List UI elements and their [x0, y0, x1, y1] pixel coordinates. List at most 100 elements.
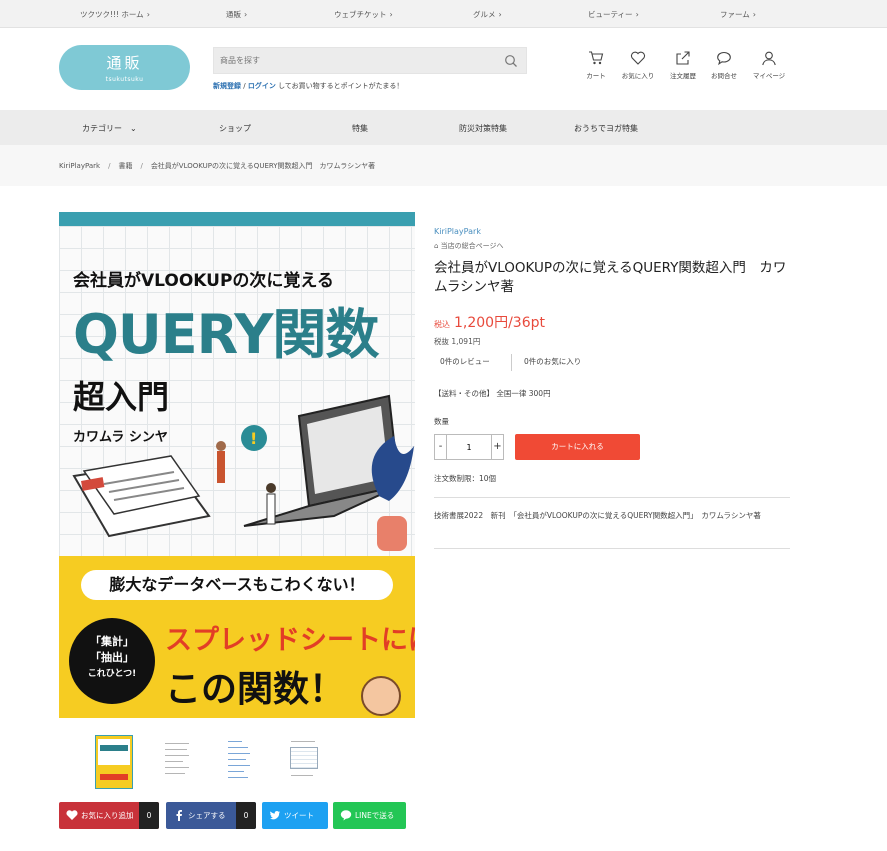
order-limit: 注文数制限：10個 — [434, 474, 497, 483]
chevron-right-icon: › — [244, 10, 248, 19]
mypage-label: マイページ — [752, 72, 786, 80]
search-icon[interactable] — [504, 54, 518, 68]
facebook-share-label: シェアする — [188, 811, 226, 820]
tweet-button[interactable]: ツイート — [262, 802, 328, 829]
home-icon: ⌂ — [434, 242, 441, 250]
favorite-add-button[interactable]: お気に入り追加 0 — [59, 802, 159, 829]
cover-title: QUERY関数 — [73, 303, 379, 366]
thumbnail-3[interactable] — [222, 735, 260, 789]
register-login-separator: / — [243, 82, 246, 90]
line-share-button[interactable]: LINEで送る — [333, 802, 406, 829]
thumb-line — [228, 747, 248, 748]
svg-text:!: ! — [250, 429, 257, 448]
thumb-line — [228, 771, 244, 772]
shop-top-link[interactable]: ⌂ 当店の総合ページへ — [434, 241, 504, 251]
review-divider — [511, 354, 512, 371]
topbar-link-label: ウェブチケット — [334, 10, 387, 19]
topbar-link-label: ビューティー — [588, 10, 633, 19]
user-icon — [762, 51, 776, 66]
price-tax-label: 税込 — [434, 320, 450, 329]
cover-banner: 膨大なデータベースもこわくない！ — [81, 570, 393, 600]
contact-label: お問合せ — [711, 72, 737, 80]
cart-icon — [589, 51, 604, 65]
breadcrumb-separator: / — [140, 162, 143, 170]
price-value: 1,200円/36pt — [454, 315, 545, 331]
thumbnail-cover-top — [98, 739, 130, 765]
thumb-line — [165, 743, 189, 744]
nav-item-feature[interactable]: 特集 — [352, 123, 368, 134]
thumbnail-1[interactable] — [95, 735, 133, 789]
favorites-label: お気に入り — [621, 72, 655, 80]
thumb-line — [165, 767, 189, 768]
breadcrumb-current: 会社員がVLOOKUPの次に覚えるQUERY関数超入門 カワムラシンヤ著 — [150, 162, 376, 170]
price: 税込 1,200円/36pt — [434, 312, 545, 332]
quantity-increment-button[interactable]: + — [491, 435, 503, 459]
favorites-link[interactable]: お気に入り — [613, 50, 663, 80]
quantity-label: 数量 — [434, 417, 449, 426]
review-count-link[interactable]: 0件のレビュー — [440, 356, 490, 367]
product-main-image[interactable]: 会社員がVLOOKUPの次に覚える QUERY関数 超入門 カワムラ シンヤ !… — [59, 212, 415, 718]
nav-item-disaster[interactable]: 防災対策特集 — [459, 123, 507, 134]
facebook-share-button[interactable]: シェアする 0 — [166, 802, 256, 829]
chat-icon — [717, 51, 731, 66]
register-link[interactable]: 新規登録 — [213, 82, 241, 90]
breadcrumb-category[interactable]: 書籍 — [118, 162, 132, 170]
product-description: 技術書展2022 新刊 「会社員がVLOOKUPの次に覚えるQUERY関数超入門… — [434, 511, 761, 520]
thumbnail-cover-red — [100, 774, 128, 780]
cover-illustration: ! — [72, 394, 414, 551]
chevron-right-icon: › — [752, 10, 756, 19]
logo-subtext: tsukutsuku — [105, 76, 144, 83]
cover-circle-line3: これひとつ! — [87, 669, 137, 679]
top-bar: ツクツク!!! ホーム › 通販 › ウェブチケット › グルメ › ビューティー › フ… — [0, 0, 887, 28]
topbar-link-farm[interactable]: ファーム › — [720, 9, 756, 20]
thumb-line — [165, 755, 189, 756]
cover-character — [361, 676, 401, 716]
nav-item-shop[interactable]: ショップ — [219, 123, 251, 134]
topbar-link-ticket[interactable]: ウェブチケット › — [334, 9, 393, 20]
breadcrumb-separator: / — [108, 162, 111, 170]
share-count: 0 — [236, 802, 256, 829]
site-logo[interactable]: 通販 tsukutsuku — [59, 45, 190, 90]
thumb-table — [290, 747, 318, 769]
search-input[interactable] — [214, 48, 494, 73]
line-share-label: LINEで送る — [355, 811, 395, 820]
shop-top-link-label: 当店の総合ページへ — [440, 242, 504, 250]
thumb-line — [228, 765, 250, 766]
cover-big-line1: スプレッドシートには — [165, 625, 415, 656]
nav-item-yoga[interactable]: おうちでヨガ特集 — [574, 123, 638, 134]
chevron-right-icon: › — [146, 10, 150, 19]
cover-circle-line2: 「抽出」 — [90, 651, 134, 664]
search-box — [213, 47, 527, 74]
topbar-link-label: ファーム — [720, 10, 750, 19]
divider — [434, 497, 790, 498]
share-icon — [676, 51, 690, 65]
favorite-count-text: 0件のお気に入り — [524, 357, 582, 366]
nav-item-category[interactable]: カテゴリー ⌄ — [82, 123, 137, 134]
thumb-line — [228, 777, 248, 778]
thumb-line — [165, 773, 185, 774]
topbar-link-beauty[interactable]: ビューティー › — [588, 9, 639, 20]
quantity-decrement-button[interactable]: - — [435, 435, 447, 459]
shipping-info: 【送料・その他】 全国一律 300円 — [434, 389, 551, 398]
breadcrumb: KiriPlayPark / 書籍 / 会社員がVLOOKUPの次に覚えるQUERY関数… — [59, 161, 375, 171]
login-link[interactable]: ログイン — [248, 82, 276, 90]
add-to-cart-button[interactable]: カートに入れる — [515, 434, 640, 460]
quantity-input[interactable] — [447, 435, 491, 459]
tweet-label: ツイート — [284, 811, 314, 820]
logo-text: 通販 — [106, 54, 143, 72]
review-favorite-row: 0件のレビュー 0件のお気に入り — [434, 351, 634, 373]
contact-link[interactable]: お問合せ — [699, 50, 749, 80]
cover-circle-line1: 「集計」 — [90, 635, 134, 648]
topbar-link-gourmet[interactable]: グルメ › — [473, 9, 502, 20]
thumbnail-4[interactable] — [285, 735, 323, 789]
cover-circle-badge: 「集計」 「抽出」 これひとつ! — [69, 618, 155, 704]
topbar-link-home[interactable]: ツクツク!!! ホーム › — [80, 9, 150, 20]
breadcrumb-shop[interactable]: KiriPlayPark — [59, 162, 100, 170]
thumb-line — [165, 761, 183, 762]
topbar-link-label: 通販 — [226, 10, 241, 19]
shop-name-link[interactable]: KiriPlayPark — [434, 227, 481, 236]
heart-icon — [630, 51, 646, 65]
topbar-link-shop[interactable]: 通販 › — [226, 9, 247, 20]
thumbnail-2[interactable] — [159, 735, 197, 789]
mypage-link[interactable]: マイページ — [744, 50, 794, 80]
